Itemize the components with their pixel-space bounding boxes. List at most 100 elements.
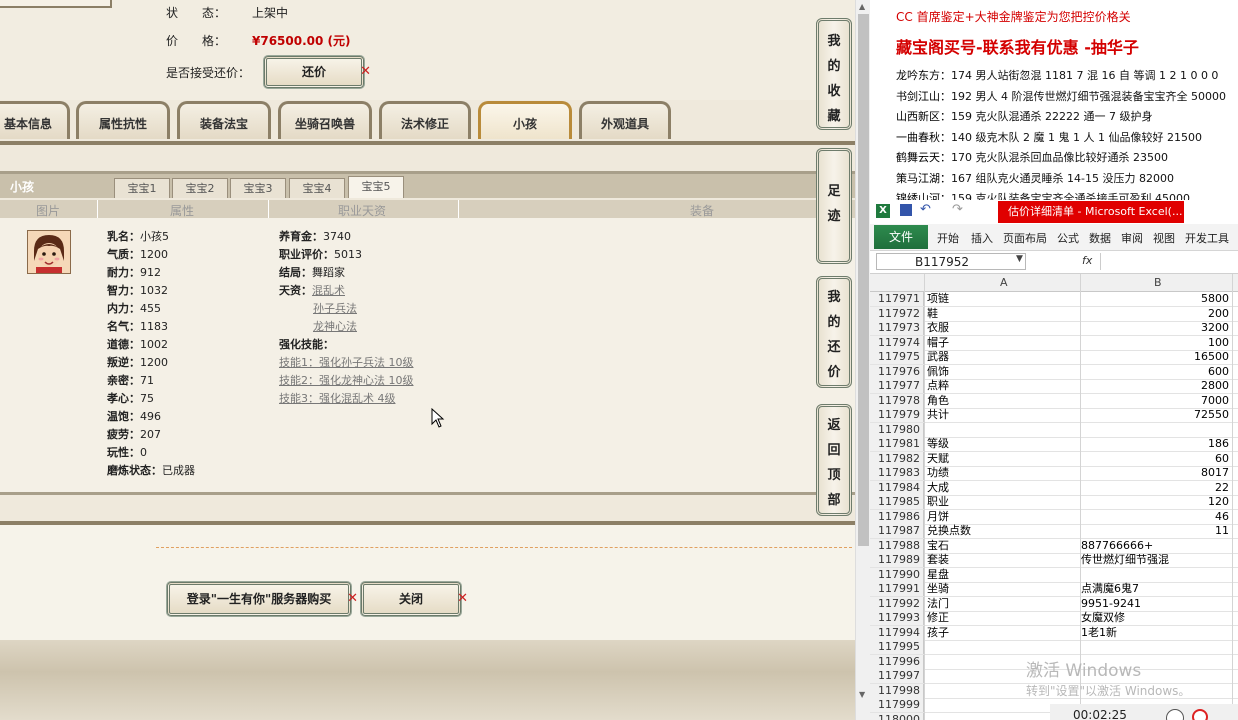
row-number[interactable]: 117985: [870, 495, 924, 509]
cell-b[interactable]: 11: [1081, 524, 1229, 538]
tab-spell-correction[interactable]: 法术修正: [379, 101, 471, 139]
stop-record-icon[interactable]: [1192, 709, 1208, 720]
row-number[interactable]: 117989: [870, 553, 924, 567]
menu-insert[interactable]: 插入: [971, 230, 993, 246]
row-number[interactable]: 117987: [870, 524, 924, 538]
row-number[interactable]: 117984: [870, 480, 924, 495]
cell-b[interactable]: 9951-9241: [1081, 597, 1229, 611]
cell-b[interactable]: 600: [1081, 365, 1229, 379]
row-number[interactable]: 117991: [870, 582, 924, 596]
menu-formulas[interactable]: 公式: [1057, 230, 1079, 246]
row-number[interactable]: 117988: [870, 538, 924, 553]
talent-link[interactable]: 龙神心法: [313, 320, 357, 333]
tab-appearance[interactable]: 外观道具: [579, 101, 671, 139]
row-number[interactable]: 117996: [870, 654, 924, 669]
file-tab[interactable]: 文件: [874, 225, 928, 249]
row-number[interactable]: 117981: [870, 437, 924, 451]
row-number[interactable]: 117998: [870, 683, 924, 698]
cell-a[interactable]: 星盘: [927, 568, 1077, 582]
row-number[interactable]: 117999: [870, 698, 924, 712]
cell-b[interactable]: 887766666+: [1081, 539, 1229, 553]
skill-link[interactable]: 技能3：强化混乱术 4级: [279, 392, 396, 405]
cell-a[interactable]: 点粹: [927, 379, 1077, 393]
cell-b[interactable]: 60: [1081, 452, 1229, 466]
menu-home[interactable]: 开始: [937, 230, 959, 246]
row-number[interactable]: 117980: [870, 422, 924, 437]
cell-a[interactable]: 兑换点数: [927, 524, 1077, 538]
talent-link[interactable]: 孙子兵法: [313, 302, 357, 315]
row-number[interactable]: 117986: [870, 509, 924, 524]
row-number[interactable]: 117995: [870, 640, 924, 654]
cell-a[interactable]: 衣服: [927, 321, 1077, 335]
row-number[interactable]: 117983: [870, 466, 924, 480]
cell-b[interactable]: 女魔双修: [1081, 611, 1229, 625]
cell-a[interactable]: 孩子: [927, 626, 1077, 640]
cell-a[interactable]: 职业: [927, 495, 1077, 509]
cell-a[interactable]: 功绩: [927, 466, 1077, 480]
cell-b[interactable]: 186: [1081, 437, 1229, 451]
subtab-baby-3[interactable]: 宝宝3: [230, 178, 286, 198]
row-number[interactable]: 117990: [870, 567, 924, 582]
row-number[interactable]: 117982: [870, 451, 924, 466]
cell-a[interactable]: 套装: [927, 553, 1077, 567]
cell-a[interactable]: 等级: [927, 437, 1077, 451]
cell-b[interactable]: 200: [1081, 307, 1229, 321]
cell-a[interactable]: 大成: [927, 481, 1077, 495]
cell-a[interactable]: 法门: [927, 597, 1077, 611]
cell-b[interactable]: 7000: [1081, 394, 1229, 408]
row-number[interactable]: 117974: [870, 335, 924, 350]
row-number[interactable]: 117997: [870, 669, 924, 683]
cell-b[interactable]: 16500: [1081, 350, 1229, 364]
scroll-down-icon[interactable]: ▼: [859, 690, 865, 699]
save-icon[interactable]: [900, 204, 912, 216]
skill-link[interactable]: 技能1：强化孙子兵法 10级: [279, 356, 414, 369]
row-number[interactable]: 117971: [870, 292, 924, 306]
scroll-up-icon[interactable]: ▲: [859, 2, 865, 11]
tab-basic-info[interactable]: 基本信息: [0, 101, 70, 139]
cell-a[interactable]: 鞋: [927, 307, 1077, 321]
subtab-baby-1[interactable]: 宝宝1: [114, 178, 170, 198]
cell-a[interactable]: 帽子: [927, 336, 1077, 350]
namebox-dropdown-icon[interactable]: ▼: [1016, 254, 1023, 264]
row-number[interactable]: 117992: [870, 596, 924, 611]
subtab-baby-5[interactable]: 宝宝5: [348, 176, 404, 198]
row-number[interactable]: 117972: [870, 306, 924, 321]
cell-a[interactable]: 共计: [927, 408, 1077, 422]
cell-a[interactable]: 佩饰: [927, 365, 1077, 379]
cell-a[interactable]: 角色: [927, 394, 1077, 408]
cell-a[interactable]: 坐骑: [927, 582, 1077, 596]
menu-developer[interactable]: 开发工具: [1185, 230, 1229, 246]
row-number[interactable]: 117977: [870, 379, 924, 393]
row-number[interactable]: 117978: [870, 393, 924, 408]
row-number[interactable]: 117993: [870, 611, 924, 625]
cell-b[interactable]: 3200: [1081, 321, 1229, 335]
tab-mounts-summons[interactable]: 坐骑召唤兽: [278, 101, 372, 139]
name-box[interactable]: B117952: [876, 253, 1026, 270]
subtab-baby-4[interactable]: 宝宝4: [289, 178, 345, 198]
formula-input[interactable]: [1100, 253, 1237, 270]
cell-b[interactable]: 72550: [1081, 408, 1229, 422]
menu-view[interactable]: 视图: [1153, 230, 1175, 246]
subtab-baby-2[interactable]: 宝宝2: [172, 178, 228, 198]
row-number[interactable]: 118000: [870, 712, 924, 720]
row-number[interactable]: 117973: [870, 321, 924, 335]
col-header-a[interactable]: A: [1000, 276, 1008, 289]
cell-b[interactable]: 2800: [1081, 379, 1229, 393]
back-to-top-button[interactable]: 返回顶部: [816, 404, 852, 516]
cell-a[interactable]: 修正: [927, 611, 1077, 625]
my-counter-offers-button[interactable]: 我的还价: [816, 276, 852, 388]
menu-data[interactable]: 数据: [1089, 230, 1111, 246]
tab-equipment[interactable]: 装备法宝: [177, 101, 271, 139]
cell-b[interactable]: 22: [1081, 481, 1229, 495]
counter-offer-button[interactable]: 还价 ✕: [264, 56, 371, 88]
redo-icon[interactable]: ↷: [952, 202, 963, 217]
vertical-scrollbar[interactable]: ▲ ▼: [855, 0, 871, 720]
cell-a[interactable]: 宝石: [927, 539, 1077, 553]
cell-a[interactable]: 月饼: [927, 510, 1077, 524]
cell-b[interactable]: 传世燃灯细节强混: [1081, 553, 1229, 567]
talent-link[interactable]: 混乱术: [312, 284, 345, 297]
function-icon[interactable]: fx: [1082, 254, 1092, 267]
skill-link[interactable]: 技能2：强化龙神心法 10级: [279, 374, 414, 387]
cell-b[interactable]: 100: [1081, 336, 1229, 350]
cell-b[interactable]: 120: [1081, 495, 1229, 509]
